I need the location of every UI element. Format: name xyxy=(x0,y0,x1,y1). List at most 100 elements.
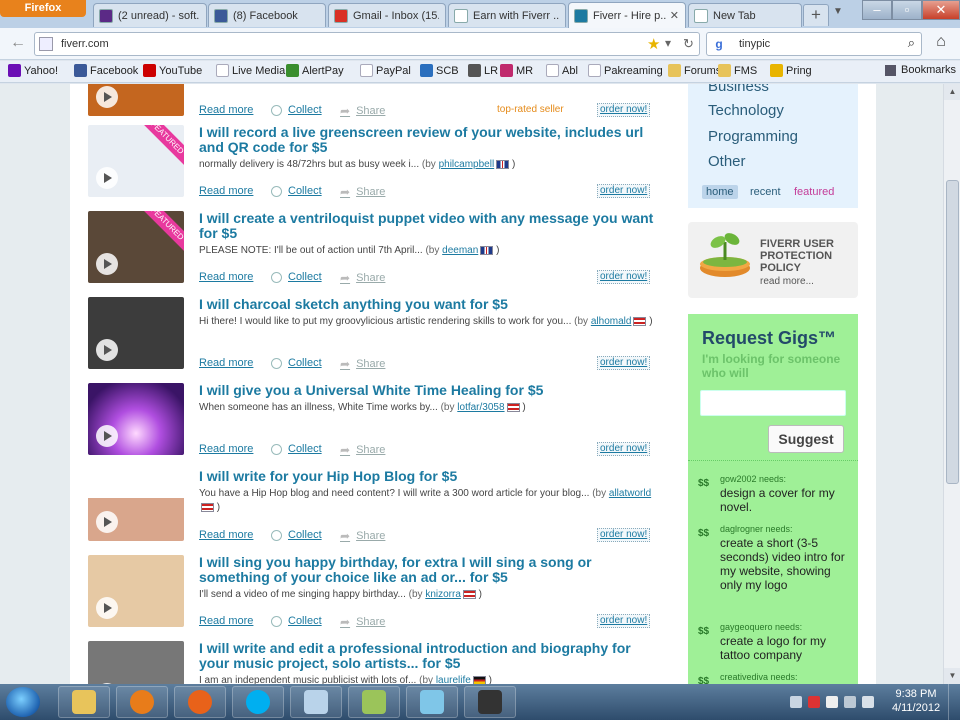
protection-read-more-link[interactable]: read more... xyxy=(760,276,814,287)
play-icon[interactable] xyxy=(96,597,118,619)
list-all-tabs-icon[interactable]: ▼ xyxy=(833,6,843,17)
browser-tab[interactable]: (2 unread) - soft... xyxy=(93,3,207,27)
taskbar-notepad-button[interactable] xyxy=(290,686,342,718)
search-bar[interactable]: g tinypic ⌕ xyxy=(706,32,922,56)
seller-username-link[interactable]: lotfar/3058 xyxy=(457,402,504,413)
reload-icon[interactable]: ↻ xyxy=(683,36,694,52)
address-bar[interactable]: fiverr.com ★ ▾ ↻ xyxy=(34,32,700,56)
collect-link[interactable]: Collect xyxy=(271,104,322,116)
home-icon[interactable]: ⌂ xyxy=(930,33,952,55)
minimize-button[interactable]: – xyxy=(862,0,892,20)
gig-thumbnail[interactable] xyxy=(88,84,184,116)
share-link[interactable]: ➦ Share xyxy=(340,271,385,285)
firefox-menu-button[interactable]: Firefox xyxy=(0,0,86,17)
start-button[interactable] xyxy=(6,687,40,717)
seller-username-link[interactable]: allatworld xyxy=(609,488,651,499)
bookmark-item[interactable]: YouTube xyxy=(143,64,202,77)
seller-username-link[interactable]: alhomald xyxy=(591,316,632,327)
gig-title-link[interactable]: I will sing you happy birthday, for extr… xyxy=(199,555,659,585)
category-link[interactable]: Programming xyxy=(708,128,798,145)
order-now-button[interactable]: order now! xyxy=(597,528,651,542)
collect-link[interactable]: Collect xyxy=(271,271,322,283)
order-now-button[interactable]: order now! xyxy=(597,614,651,628)
order-now-button[interactable]: order now! xyxy=(597,184,651,198)
share-link[interactable]: ➦ Share xyxy=(340,104,385,118)
taskbar-recorder-button[interactable] xyxy=(464,686,516,718)
bookmark-item[interactable]: SCB xyxy=(420,64,459,77)
scrollbar-thumb[interactable] xyxy=(946,180,959,484)
gig-title-link[interactable]: I will charcoal sketch anything you want… xyxy=(199,297,659,312)
taskbar-explorer-button[interactable] xyxy=(58,686,110,718)
google-search-engine-icon[interactable]: g xyxy=(711,36,727,52)
tab-featured[interactable]: featured xyxy=(794,186,834,198)
read-more-link[interactable]: Read more xyxy=(199,185,253,197)
taskbar-media-player-button[interactable] xyxy=(116,686,168,718)
bookmark-item[interactable]: AlertPay xyxy=(286,64,344,77)
read-more-link[interactable]: Read more xyxy=(199,357,253,369)
collect-link[interactable]: Collect xyxy=(271,357,322,369)
bookmark-item[interactable]: PayPal xyxy=(360,64,411,77)
suggest-button[interactable]: Suggest xyxy=(768,425,844,453)
search-magnifier-icon[interactable]: ⌕ xyxy=(908,35,915,51)
gig-title-link[interactable]: I will give you a Universal White Time H… xyxy=(199,383,659,398)
bookmarks-menu[interactable]: Bookmarks xyxy=(885,64,956,76)
share-link[interactable]: ➦ Share xyxy=(340,443,385,457)
bookmark-item[interactable]: LR xyxy=(468,64,498,77)
close-tab-icon[interactable]: ✕ xyxy=(670,9,679,22)
bookmark-star-icon[interactable]: ★ xyxy=(647,35,660,53)
browser-tab[interactable]: Fiverr - Hire p... ✕ xyxy=(568,2,686,28)
new-tab-button[interactable]: + xyxy=(803,4,829,26)
read-more-link[interactable]: Read more xyxy=(199,615,253,627)
show-desktop-button[interactable] xyxy=(948,684,960,720)
play-icon[interactable] xyxy=(96,86,118,108)
tray-arrow-icon[interactable] xyxy=(790,696,802,708)
collect-link[interactable]: Collect xyxy=(271,529,322,541)
category-link[interactable]: Business xyxy=(708,84,769,95)
play-icon[interactable] xyxy=(96,511,118,533)
read-more-link[interactable]: Read more xyxy=(199,529,253,541)
seller-username-link[interactable]: laurelife xyxy=(436,675,471,684)
seller-username-link[interactable]: philcampbell xyxy=(439,159,495,170)
search-input[interactable]: tinypic xyxy=(739,38,770,50)
order-now-button[interactable]: order now! xyxy=(597,270,651,284)
play-icon[interactable] xyxy=(96,425,118,447)
taskbar-skype-button[interactable] xyxy=(232,686,284,718)
category-link[interactable]: Technology xyxy=(708,102,784,119)
gig-thumbnail[interactable]: FEATURED xyxy=(88,125,184,197)
browser-tab[interactable]: New Tab xyxy=(688,3,802,27)
browser-tab[interactable]: (8) Facebook xyxy=(208,3,326,27)
scroll-up-arrow-icon[interactable]: ▲ xyxy=(944,84,960,100)
gig-title-link[interactable]: I will record a live greenscreen review … xyxy=(199,125,659,155)
system-clock[interactable]: 9:38 PM 4/11/2012 xyxy=(886,687,946,715)
tray-battery-icon[interactable] xyxy=(844,696,856,708)
bookmark-item[interactable]: Facebook xyxy=(74,64,138,77)
share-link[interactable]: ➦ Share xyxy=(340,185,385,199)
seller-username-link[interactable]: knizorra xyxy=(425,589,461,600)
bookmark-item[interactable]: Pring xyxy=(770,64,812,77)
scroll-down-arrow-icon[interactable]: ▼ xyxy=(944,668,960,684)
gig-thumbnail[interactable] xyxy=(88,555,184,627)
vertical-scrollbar[interactable]: ▲ ▼ xyxy=(943,84,960,684)
gig-title-link[interactable]: I will create a ventriloquist puppet vid… xyxy=(199,211,659,241)
bookmark-item[interactable]: Live Media xyxy=(216,64,285,77)
bookmark-item[interactable]: FMS xyxy=(718,64,757,77)
close-window-button[interactable]: ✕ xyxy=(922,0,960,20)
tab-home[interactable]: home xyxy=(702,185,738,199)
bookmark-item[interactable]: Forums xyxy=(668,64,721,77)
taskbar-firefox-button[interactable] xyxy=(174,686,226,718)
order-now-button[interactable]: order now! xyxy=(597,356,651,370)
collect-link[interactable]: Collect xyxy=(271,615,322,627)
bookmark-item[interactable]: MR xyxy=(500,64,533,77)
back-arrow-icon[interactable]: ← xyxy=(6,32,30,56)
share-link[interactable]: ➦ Share xyxy=(340,357,385,371)
request-gig-input[interactable] xyxy=(700,390,846,416)
taskbar-spreadsheet-button[interactable] xyxy=(348,686,400,718)
play-icon[interactable] xyxy=(96,253,118,275)
site-identity-icon[interactable] xyxy=(39,37,53,51)
gig-title-link[interactable]: I will write for your Hip Hop Blog for $… xyxy=(199,469,659,484)
read-more-link[interactable]: Read more xyxy=(199,271,253,283)
url-text[interactable]: fiverr.com xyxy=(61,38,109,50)
tray-app-icon[interactable] xyxy=(808,696,820,708)
maximize-button[interactable]: ▫ xyxy=(892,0,922,20)
gig-thumbnail[interactable] xyxy=(88,469,184,541)
